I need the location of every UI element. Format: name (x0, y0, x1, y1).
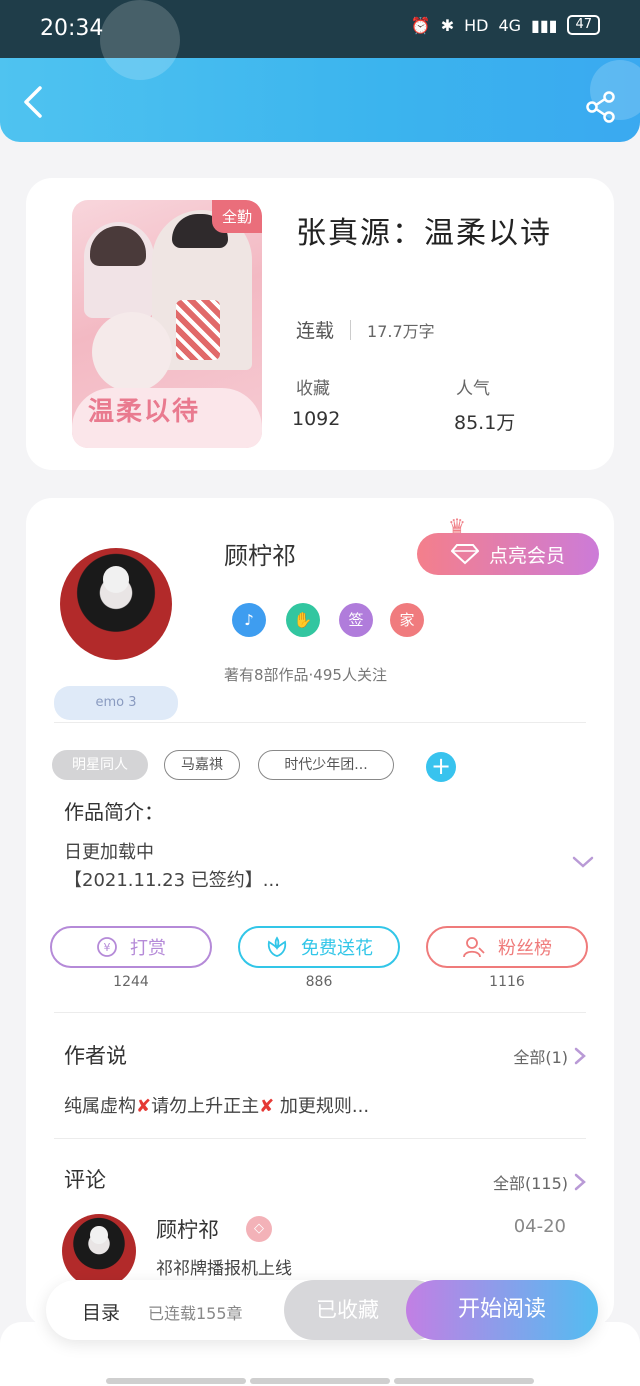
network-label: 4G (498, 15, 522, 35)
chevron-right-icon (574, 1047, 586, 1065)
book-status-row: 连载 17.7万字 (296, 316, 435, 343)
divider (54, 1012, 586, 1013)
header-bar (0, 0, 640, 142)
cover-title: 温柔以待 (88, 397, 201, 427)
author-says-part: 请勿上升正主 (151, 1096, 260, 1117)
share-button[interactable] (584, 90, 618, 124)
activate-vip-button[interactable]: 点亮会员 (417, 533, 599, 575)
tag-tnt[interactable]: 时代少年团... (258, 750, 394, 780)
word-count: 17.7万字 (367, 321, 435, 341)
tag-ma-jiaqi[interactable]: 马嘉祺 (164, 750, 240, 780)
author-says-part: 纯属虚构 (64, 1096, 136, 1117)
home-badge-icon: 家 (390, 603, 424, 637)
intro-line: 【2021.11.23 已签约】... (64, 870, 280, 891)
decor-bubble (100, 0, 180, 80)
handshake-badge-icon: ✋ (286, 603, 320, 637)
cross-icon: ✘ (259, 1096, 275, 1117)
author-name[interactable]: 顾柠祁 (224, 536, 296, 571)
signed-badge-icon: 签 (339, 603, 373, 637)
nav-indicator (394, 1378, 534, 1384)
start-reading-button[interactable]: 开始阅读 (406, 1280, 598, 1340)
flower-count: 886 (305, 974, 333, 990)
add-tag-button[interactable]: + (426, 752, 456, 782)
coin-icon: ¥ (97, 937, 117, 957)
favorites-value: 1092 (292, 408, 341, 430)
book-title: 张真源：温柔以诗 (296, 216, 552, 251)
send-flower-button[interactable]: 免费送花 (238, 926, 400, 968)
share-icon (586, 91, 615, 123)
cross-icon: ✘ (136, 1096, 152, 1117)
nav-indicator (106, 1378, 246, 1384)
chevron-down-icon (572, 856, 594, 868)
user-icon (463, 937, 485, 958)
chevron-right-icon (574, 1173, 586, 1191)
divider (54, 1138, 586, 1139)
serial-status: 连载 (296, 320, 335, 342)
commenter-avatar[interactable] (62, 1214, 136, 1288)
svg-text:¥: ¥ (104, 941, 111, 954)
diamond-badge-icon: ◇ (246, 1216, 272, 1242)
send-flower-label: 免费送花 (301, 938, 373, 959)
avatar-art (102, 565, 130, 593)
comments-title: 评论 (64, 1168, 106, 1192)
comment-date: 04-20 (513, 1216, 566, 1237)
divider (54, 722, 586, 723)
author-says-text[interactable]: 纯属虚构✘请勿上升正主✘ 加更规则... (64, 1092, 369, 1118)
author-meta: 著有8部作品·495人关注 (224, 666, 387, 684)
popularity-value: 85.1万 (454, 412, 516, 434)
comment-text[interactable]: 祁祁牌播报机上线 (156, 1254, 292, 1279)
intro-title: 作品简介： (64, 800, 164, 824)
author-avatar[interactable] (60, 548, 172, 660)
comments-count: 全部(115) (492, 1174, 568, 1193)
favorites-label: 收藏 (296, 379, 330, 399)
author-says-more-link[interactable]: 全部(1) (513, 1044, 586, 1068)
intro-line: 日更加载中 (64, 842, 154, 863)
emo-tag: emo 3 (54, 686, 178, 720)
popularity-label: 人气 (456, 379, 490, 399)
table-of-contents-button[interactable]: 目录 (82, 1298, 120, 1325)
fan-ranking-button[interactable]: 粉丝榜 (426, 926, 588, 968)
book-info-card: 温柔以待 全勤 张真源：温柔以诗 连载 17.7万字 收藏 1092 人气 85… (26, 178, 614, 470)
author-details-card: emo 3 顾柠祁 ♛ 点亮会员 ♪ ✋ 签 家 著有8部作品·495人关注 明… (26, 498, 614, 1328)
chapter-count: 已连载155章 (148, 1304, 243, 1323)
bluetooth-icon: ✱ (440, 15, 455, 35)
nav-indicator (250, 1378, 390, 1384)
author-says-title: 作者说 (64, 1044, 127, 1068)
status-icons: ⏰ ✱ HD 4G ▮▮▮ 47 (411, 15, 600, 35)
music-badge-icon: ♪ (232, 603, 266, 637)
status-bar: 20:34 ⏰ ✱ HD 4G ▮▮▮ 47 (0, 0, 640, 58)
commenter-name[interactable]: 顾柠祁 (156, 1214, 219, 1244)
fan-count: 1116 (489, 974, 525, 990)
full-attendance-badge: 全勤 (211, 200, 262, 233)
battery-indicator: 47 (567, 15, 600, 35)
chevron-left-icon (24, 86, 42, 118)
author-says-count: 全部(1) (513, 1048, 568, 1067)
avatar-art (90, 1225, 108, 1244)
tip-count: 1244 (113, 974, 149, 990)
tip-button[interactable]: ¥ 打赏 (50, 926, 212, 968)
cover-art (176, 300, 220, 360)
hd-label: HD (464, 15, 489, 35)
fan-ranking-label: 粉丝榜 (498, 938, 552, 959)
diamond-icon (450, 544, 479, 565)
cover-art (92, 312, 172, 392)
flower-icon (267, 936, 287, 957)
bottom-action-bar: 目录 已连载155章 已收藏 开始阅读 (46, 1280, 598, 1340)
back-button[interactable] (20, 84, 50, 120)
tip-label: 打赏 (130, 938, 166, 959)
vip-button-label: 点亮会员 (488, 544, 565, 567)
divider (350, 319, 352, 340)
alarm-icon: ⏰ (410, 15, 431, 35)
signal-icon: ▮▮▮ (531, 15, 558, 35)
author-says-part: 加更规则... (274, 1096, 370, 1117)
comments-more-link[interactable]: 全部(115) (493, 1170, 586, 1194)
book-cover[interactable]: 温柔以待 全勤 (72, 200, 262, 448)
expand-intro-button[interactable] (571, 854, 595, 874)
tag-fanfic[interactable]: 明星同人 (52, 750, 148, 780)
status-time: 20:34 (40, 16, 104, 41)
